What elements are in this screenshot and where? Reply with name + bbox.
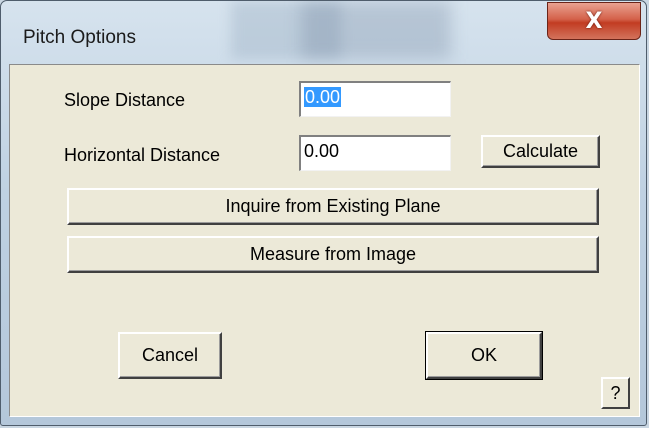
close-button[interactable]: X xyxy=(547,2,641,40)
help-button[interactable]: ? xyxy=(601,377,630,409)
horizontal-distance-input[interactable]: 0.00 xyxy=(299,135,451,171)
pitch-options-dialog: Pitch Options X Slope Distance 0.00 Hori… xyxy=(0,0,647,426)
slope-distance-value: 0.00 xyxy=(304,87,342,107)
dialog-title: Pitch Options xyxy=(23,27,136,48)
help-icon: ? xyxy=(610,382,621,403)
slope-distance-input[interactable]: 0.00 xyxy=(299,81,451,117)
calculate-button[interactable]: Calculate xyxy=(481,135,600,168)
titlebar-glass-shadow xyxy=(301,1,451,59)
slope-distance-label: Slope Distance xyxy=(64,90,186,110)
inquire-from-existing-plane-button[interactable]: Inquire from Existing Plane xyxy=(67,188,599,225)
horizontal-distance-value: 0.00 xyxy=(304,141,340,161)
measure-from-image-button[interactable]: Measure from Image xyxy=(67,236,599,273)
close-icon: X xyxy=(585,8,603,34)
horizontal-distance-label: Horizontal Distance xyxy=(64,145,221,165)
cancel-button[interactable]: Cancel xyxy=(118,332,222,379)
ok-button[interactable]: OK xyxy=(425,331,543,380)
dialog-body: Slope Distance 0.00 Horizontal Distance … xyxy=(9,64,640,417)
